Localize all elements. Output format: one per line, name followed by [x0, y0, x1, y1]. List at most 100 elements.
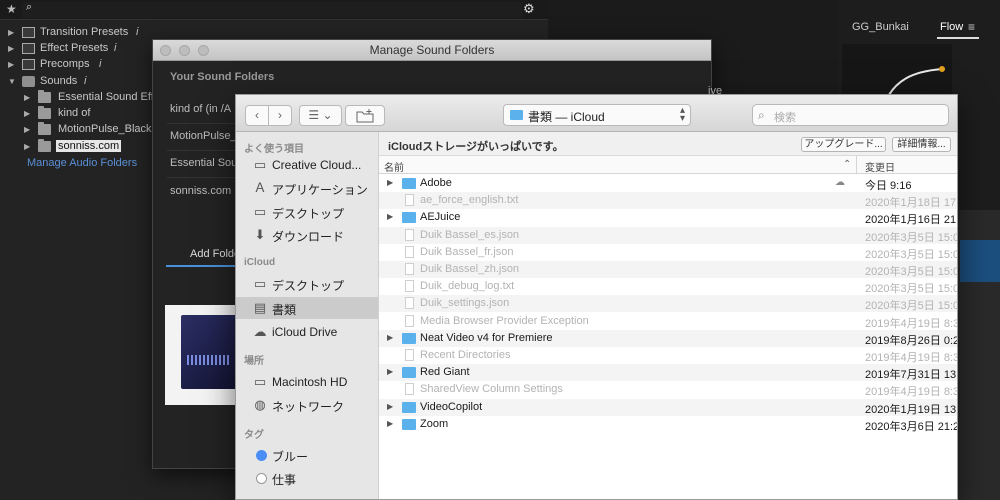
folder-row[interactable]: ▶ AEJuice 2020年1月16日 21:5: [379, 209, 958, 227]
tree-item-motionpulse[interactable]: ▶ MotionPulse_BlackB: [24, 122, 152, 138]
settings-gear-icon[interactable]: ⚙: [523, 1, 535, 17]
manage-audio-folders-link[interactable]: Manage Audio Folders: [27, 157, 137, 169]
selected-preset-tile[interactable]: [960, 240, 1000, 282]
disclosure-triangle-icon[interactable]: ▶: [387, 419, 393, 428]
file-name: Recent Directories: [420, 349, 511, 361]
sidebar-tag-blue[interactable]: ブルー: [236, 444, 378, 466]
file-row[interactable]: Duik Bassel_zh.json 2020年3月5日 15:0: [379, 261, 957, 278]
folder-icon: [402, 418, 416, 430]
disclosure-triangle-icon[interactable]: ▶: [24, 93, 30, 102]
file-row[interactable]: Media Browser Provider Exception 2019年4月1…: [379, 313, 957, 330]
file-name: Neat Video v4 for Premiere: [420, 331, 553, 344]
sort-chevron-icon[interactable]: ⌃: [843, 159, 851, 170]
location-label: 書類 — iCloud: [528, 110, 605, 124]
folder-icon: [38, 139, 51, 152]
sidebar-item-applications[interactable]: Ａ アプリケーション: [236, 177, 378, 199]
disclosure-triangle-icon[interactable]: ▶: [387, 402, 393, 411]
divider: [167, 150, 237, 151]
sidebar-item-icloud-drive[interactable]: ☁ iCloud Drive: [236, 321, 378, 343]
column-divider[interactable]: [856, 156, 857, 174]
info-icon[interactable]: i: [84, 75, 86, 87]
panel-menu-icon[interactable]: ≡: [968, 20, 975, 34]
window-titlebar[interactable]: Manage Sound Folders: [153, 40, 711, 61]
details-button[interactable]: 詳細情報...: [892, 137, 951, 152]
disclosure-triangle-icon[interactable]: ▶: [387, 212, 393, 221]
search-input[interactable]: ⌕ 検索: [752, 104, 949, 126]
tag-color-dot-icon: [256, 473, 267, 484]
creative-cloud-icon: ▭: [253, 157, 267, 172]
disclosure-triangle-icon[interactable]: ▶: [387, 367, 393, 376]
sidebar-header-tags: タグ: [244, 430, 264, 441]
tree-item-essential-sound[interactable]: ▶ Essential Sound Effe: [24, 90, 152, 106]
folder-row[interactable]: ▶ Adobe ☁ 今日 9:16: [379, 175, 957, 192]
folder-row[interactable]: ▶ Neat Video v4 for Premiere 2019年8月26日 0:…: [379, 329, 957, 347]
disclosure-triangle-icon[interactable]: ▶: [8, 60, 14, 69]
tree-item-sonniss[interactable]: ▶ sonniss.com: [24, 139, 152, 155]
sidebar-item-downloads[interactable]: ⬇ ダウンロード: [236, 224, 378, 246]
view-options-button[interactable]: ☰ ⌄: [299, 105, 342, 126]
favorites-star-icon[interactable]: ★: [6, 2, 17, 16]
add-folder-button[interactable]: Add Folde: [166, 243, 241, 267]
folder-row[interactable]: ▶ VideoCopilot 2020年1月19日 13:0: [379, 398, 957, 416]
disclosure-triangle-icon[interactable]: ▶: [8, 28, 14, 37]
icloud-storage-banner: iCloudストレージがいっぱいです。 アップグレード... 詳細情報...: [379, 132, 957, 156]
folder-icon: [38, 106, 51, 119]
file-name: AEJuice: [420, 211, 461, 224]
icloud-download-icon[interactable]: ☁: [835, 177, 845, 188]
file-row[interactable]: SharedView Column Settings 2019年4月19日 8:3: [379, 381, 957, 398]
column-header-date-modified[interactable]: 変更日: [865, 159, 895, 174]
sidebar-item-icloud-desktop[interactable]: ▭ デスクトップ: [236, 273, 378, 295]
sound-folder-item[interactable]: Essential Soun: [170, 157, 243, 169]
tab-gg-bunkai[interactable]: GG_Bunkai: [852, 21, 909, 33]
tab-flow[interactable]: Flow: [940, 21, 963, 33]
file-name: ae_force_english.txt: [420, 194, 519, 207]
info-icon[interactable]: i: [114, 42, 116, 54]
file-row[interactable]: Duik_settings.json 2020年3月5日 15:0: [379, 295, 957, 313]
file-row[interactable]: Recent Directories 2019年4月19日 8:3: [379, 347, 958, 364]
sound-pack-box-image: [181, 315, 237, 389]
folder-row[interactable]: ▶ Zoom 2020年3月6日 21:2: [379, 416, 957, 433]
upgrade-button[interactable]: アップグレード...: [801, 137, 886, 152]
file-row[interactable]: Duik_debug_log.txt 2020年3月5日 15:0: [379, 278, 957, 295]
sound-folder-item[interactable]: MotionPulse_: [170, 130, 237, 142]
forward-button[interactable]: ›: [268, 105, 292, 126]
disclosure-triangle-icon[interactable]: ▶: [387, 333, 393, 342]
file-name: Zoom: [420, 417, 449, 430]
folder-row[interactable]: ▶ Red Giant 2019年7月31日 13:4: [379, 364, 957, 382]
tree-item-label: kind of: [58, 107, 91, 119]
sidebar-item-label: デスクトップ: [272, 207, 345, 221]
preset-icon: [22, 59, 35, 70]
tree-item-kind-of[interactable]: ▶ kind of: [24, 106, 152, 122]
location-popup[interactable]: 書類 — iCloud ▴ ▾: [503, 104, 691, 126]
effects-search-input[interactable]: [22, 2, 522, 18]
sidebar-tag-work[interactable]: 仕事: [236, 467, 378, 489]
file-row[interactable]: ae_force_english.txt 2020年1月18日 17:0: [379, 192, 957, 210]
sound-folder-item[interactable]: sonniss.com (: [170, 185, 238, 197]
disclosure-triangle-icon[interactable]: ▶: [24, 109, 30, 118]
disclosure-triangle-icon[interactable]: ▶: [387, 178, 393, 187]
sound-folder-item[interactable]: kind of (in /A: [170, 103, 231, 115]
sidebar-item-macintosh-hd[interactable]: ▭ Macintosh HD: [236, 371, 378, 393]
disclosure-triangle-icon[interactable]: ▶: [24, 142, 30, 151]
sidebar-item-desktop[interactable]: ▭ デスクトップ: [236, 201, 378, 223]
disclosure-triangle-icon[interactable]: ▶: [8, 44, 14, 53]
file-row[interactable]: Duik Bassel_es.json 2020年3月5日 15:0: [379, 226, 957, 244]
column-header-name[interactable]: 名前: [384, 159, 404, 174]
document-icon: [405, 280, 414, 293]
disclosure-triangle-icon[interactable]: ▶: [24, 125, 30, 134]
disclosure-triangle-expanded-icon[interactable]: ▼: [8, 77, 16, 86]
file-name: Red Giant: [420, 366, 470, 379]
info-icon[interactable]: i: [99, 58, 101, 70]
popup-arrows-icon: ▴ ▾: [679, 105, 685, 124]
sidebar-item-documents[interactable]: ▤ 書類: [236, 297, 378, 319]
file-date-modified: 2020年1月16日 21:5: [865, 214, 958, 227]
file-row[interactable]: Duik Bassel_fr.json 2020年3月5日 15:0: [379, 244, 957, 261]
applications-icon: Ａ: [253, 180, 267, 195]
sidebar-item-creative-cloud[interactable]: ▭ Creative Cloud...: [236, 154, 378, 176]
sidebar-item-network[interactable]: ◍ ネットワーク: [236, 394, 378, 416]
file-date-modified: 2019年4月19日 8:3: [865, 352, 958, 364]
info-icon[interactable]: i: [136, 26, 138, 38]
back-button[interactable]: ‹: [245, 105, 269, 126]
new-folder-button[interactable]: [345, 105, 385, 126]
search-placeholder: 検索: [774, 112, 796, 124]
